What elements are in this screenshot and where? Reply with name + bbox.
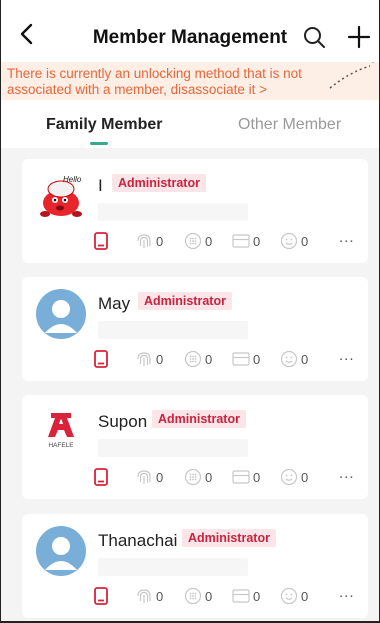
fingerprint-icon (137, 234, 151, 248)
role-badge: Administrator (182, 529, 276, 547)
unlock-methods-row: 0 0 0 0 ... (94, 584, 364, 608)
unlock-methods-row: 0 0 0 0 ... (94, 465, 364, 489)
frame-border-left (0, 0, 1, 623)
member-tabs: Family Member Other Member (0, 100, 380, 148)
card-icon (232, 234, 250, 248)
face-count: 0 (301, 352, 309, 367)
password-count: 0 (205, 352, 213, 367)
face-icon (280, 232, 298, 250)
more-options-button[interactable]: ... (339, 584, 355, 601)
fingerprint-count: 0 (156, 589, 164, 604)
default-user-avatar (36, 289, 86, 339)
phone-icon (94, 587, 108, 605)
cartoon-mascot-avatar: Hello (40, 175, 82, 217)
card-icon (232, 352, 250, 366)
member-name: May (98, 294, 131, 313)
fingerprint-count: 0 (156, 234, 164, 249)
more-options-button[interactable]: ... (339, 465, 355, 482)
password-icon (184, 232, 202, 250)
more-options-button[interactable]: ... (339, 229, 355, 246)
phone-icon (94, 350, 108, 368)
role-badge: Administrator (112, 174, 206, 192)
dotted-arrow-icon (329, 62, 375, 89)
phone-icon (94, 468, 108, 486)
face-icon (280, 350, 298, 368)
member-name: Thanachai (98, 531, 178, 550)
plus-icon[interactable] (347, 25, 371, 49)
member-subtitle-placeholder (98, 439, 248, 457)
fingerprint-icon (137, 589, 151, 603)
member-card-thanachai[interactable]: Thanachai Administrator 0 0 0 0 ... (22, 514, 368, 618)
face-count: 0 (301, 234, 309, 249)
password-count: 0 (205, 589, 213, 604)
phone-icon (94, 232, 108, 250)
face-icon (280, 587, 298, 605)
card-icon (232, 589, 250, 603)
member-name: I (98, 176, 103, 195)
member-card-may[interactable]: May Administrator 0 0 0 0 ... (22, 277, 368, 381)
svg-text:Hello: Hello (63, 175, 82, 184)
app-header: Member Management (0, 0, 380, 62)
tab-family-member[interactable]: Family Member (46, 116, 162, 134)
face-icon (280, 468, 298, 486)
role-badge: Administrator (138, 292, 232, 310)
fingerprint-icon (137, 352, 151, 366)
face-count: 0 (301, 589, 309, 604)
card-count: 0 (253, 470, 261, 485)
password-icon (184, 587, 202, 605)
face-count: 0 (301, 470, 309, 485)
member-card-supon[interactable]: HAFELE Supon Administrator 0 0 0 0 ... (22, 395, 368, 499)
tab-other-member[interactable]: Other Member (238, 116, 341, 134)
card-icon (232, 470, 250, 484)
member-name: Supon (98, 412, 148, 431)
hafele-logo-text: HAFELE (48, 442, 74, 449)
card-count: 0 (253, 352, 261, 367)
card-count: 0 (253, 234, 261, 249)
member-subtitle-placeholder (98, 558, 248, 576)
fingerprint-count: 0 (156, 470, 164, 485)
password-icon (184, 468, 202, 486)
password-count: 0 (205, 234, 213, 249)
unassociated-unlock-banner[interactable]: There is currently an unlocking method t… (0, 62, 380, 100)
password-icon (184, 350, 202, 368)
password-count: 0 (205, 470, 213, 485)
more-options-button[interactable]: ... (339, 347, 355, 364)
role-badge: Administrator (152, 410, 246, 428)
card-count: 0 (253, 589, 261, 604)
hafele-logo-avatar: HAFELE (48, 413, 74, 449)
unlock-methods-row: 0 0 0 0 ... (94, 347, 364, 371)
member-subtitle-placeholder (98, 203, 248, 221)
active-tab-indicator (90, 142, 108, 145)
banner-text: There is currently an unlocking method t… (7, 66, 302, 97)
search-icon[interactable] (302, 25, 326, 49)
member-subtitle-placeholder (98, 321, 248, 339)
fingerprint-count: 0 (156, 352, 164, 367)
unlock-methods-row: 0 0 0 0 ... (94, 229, 364, 253)
default-user-avatar (36, 526, 86, 576)
member-card-i[interactable]: Hello I Administrator 0 0 0 0 ... (22, 159, 368, 263)
fingerprint-icon (137, 470, 151, 484)
